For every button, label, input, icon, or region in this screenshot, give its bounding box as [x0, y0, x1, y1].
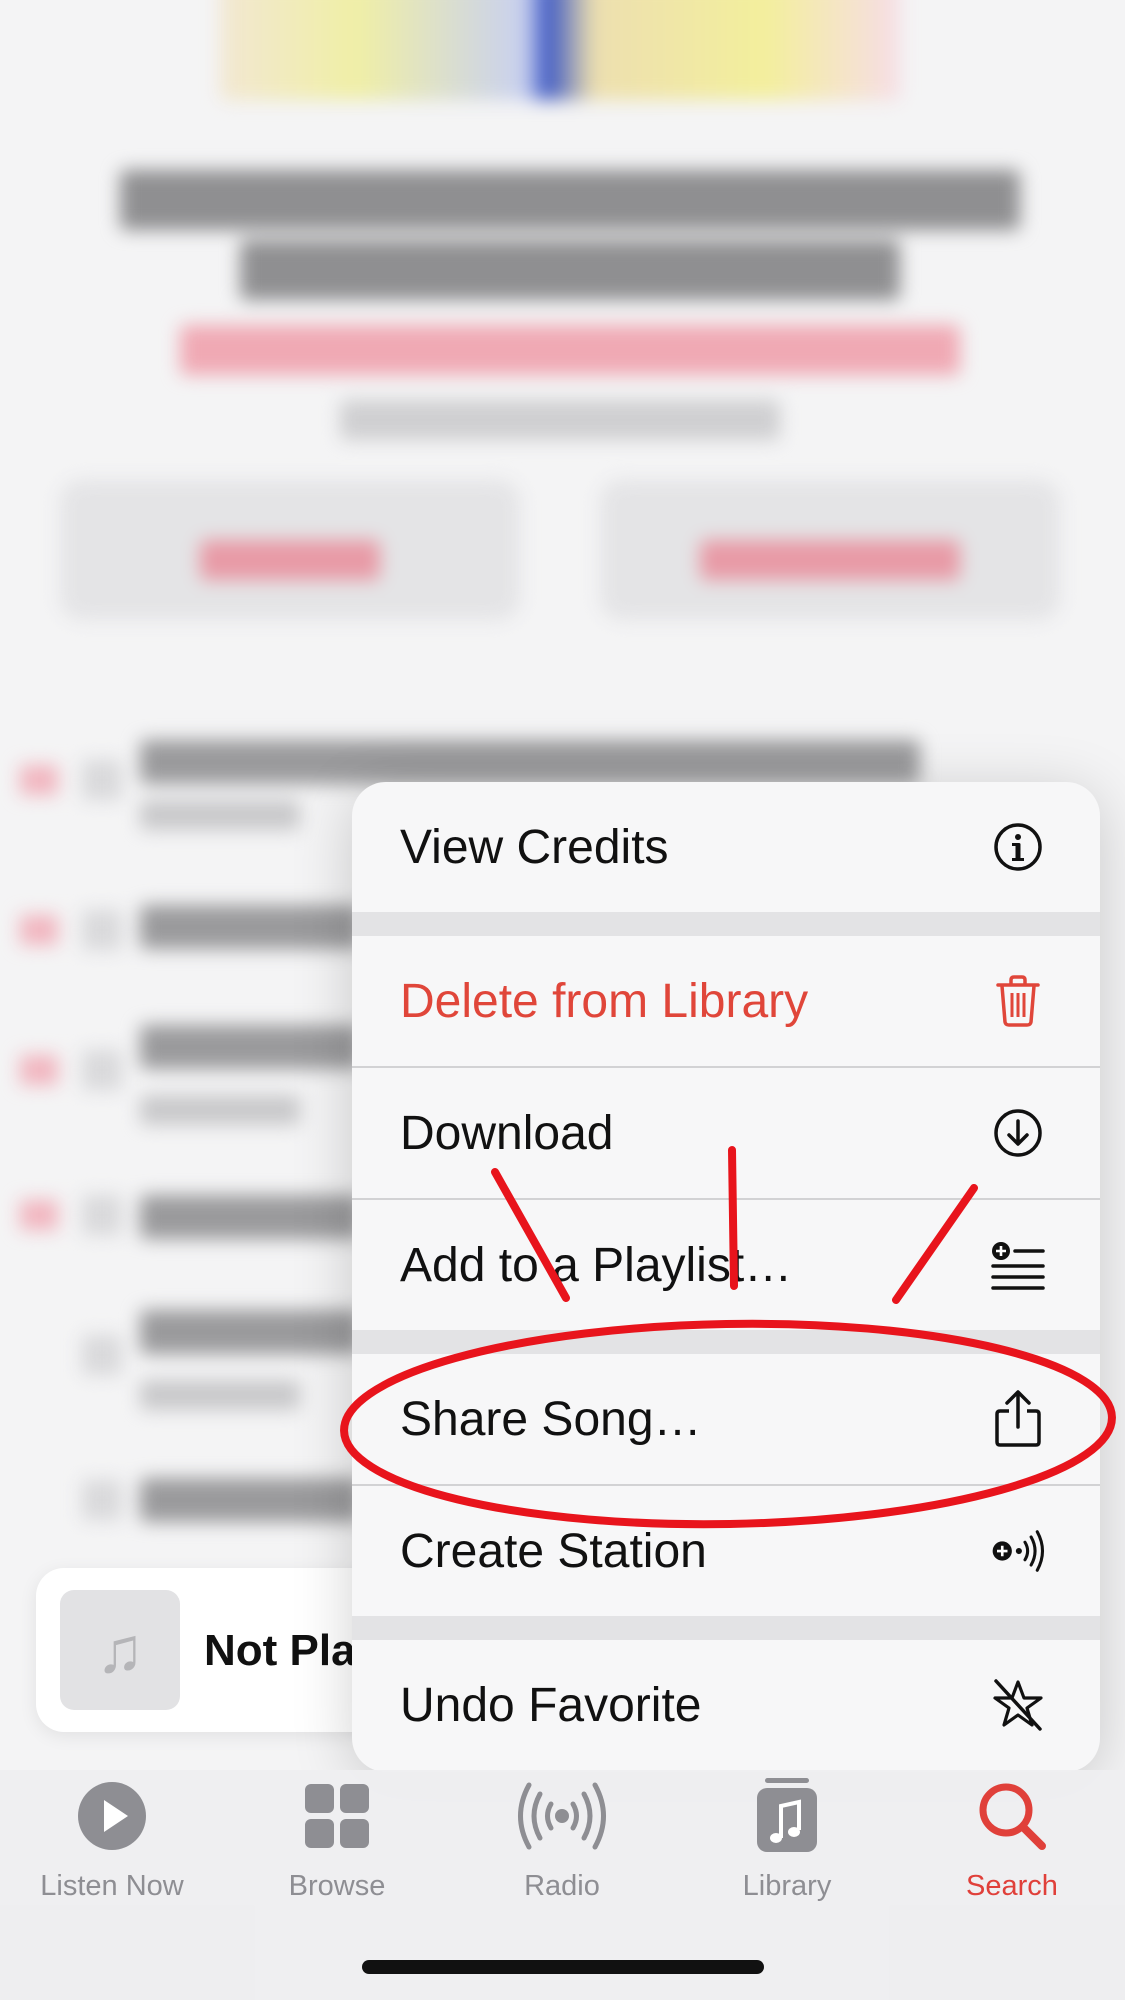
blurred-row-title: [140, 1310, 360, 1354]
menu-item-share-song[interactable]: Share Song…: [352, 1354, 1100, 1484]
share-icon: [990, 1390, 1046, 1447]
blurred-row-marker: [20, 1055, 58, 1085]
song-context-menu: View Credits Delete from Library Downloa…: [352, 782, 1100, 1772]
tab-label: Listen Now: [40, 1870, 184, 1902]
blurred-row-title: [140, 1478, 360, 1522]
blurred-row-title: [140, 740, 920, 784]
blurred-artist: [180, 325, 960, 375]
tab-browse[interactable]: Browse: [237, 1770, 437, 1903]
blurred-row-number: [82, 1480, 122, 1520]
blurred-row-number: [82, 1195, 122, 1235]
blurred-row-title: [140, 905, 360, 949]
undo-favorite-star-icon: [990, 1677, 1046, 1733]
create-station-icon: [990, 1523, 1046, 1579]
blurred-shuffle-label: [700, 540, 960, 580]
tab-label: Browse: [288, 1870, 386, 1902]
menu-item-undo-favorite[interactable]: Undo Favorite: [352, 1640, 1100, 1770]
blurred-row-marker: [20, 765, 58, 795]
blurred-row-title: [140, 1195, 360, 1239]
mini-player-title: Not Pla: [204, 1626, 356, 1675]
home-indicator[interactable]: [362, 1960, 764, 1974]
menu-item-create-station[interactable]: Create Station: [352, 1486, 1100, 1616]
download-icon: [990, 1105, 1046, 1161]
album-artwork: [220, 0, 900, 100]
blurred-row-subtitle: [140, 800, 300, 830]
tab-label: Library: [742, 1870, 832, 1902]
info-icon: [990, 819, 1046, 875]
menu-item-download[interactable]: Download: [352, 1068, 1100, 1198]
search-icon: [912, 1776, 1112, 1856]
tab-radio[interactable]: Radio: [462, 1770, 662, 1903]
grid-icon: [237, 1776, 437, 1856]
trash-icon: [990, 973, 1046, 1029]
tab-label: Search: [966, 1870, 1058, 1902]
blurred-album-title: [120, 170, 1020, 230]
add-to-playlist-icon: [990, 1237, 1046, 1293]
menu-item-delete-from-library[interactable]: Delete from Library: [352, 936, 1100, 1066]
blurred-row-number: [82, 1335, 122, 1375]
music-note-icon: ♫: [60, 1590, 180, 1710]
radio-waves-icon: [462, 1776, 662, 1856]
menu-item-view-credits[interactable]: View Credits: [352, 782, 1100, 912]
blurred-row-subtitle: [140, 1380, 300, 1410]
menu-item-label: Add to a Playlist…: [400, 1238, 793, 1292]
menu-item-label: Share Song…: [400, 1392, 702, 1446]
menu-item-label: Delete from Library: [400, 974, 809, 1028]
blurred-play-label: [200, 540, 380, 580]
blurred-row-marker: [20, 915, 58, 945]
blurred-row-subtitle: [140, 1095, 300, 1125]
blurred-row-number: [82, 1050, 122, 1090]
menu-item-label: View Credits: [400, 820, 669, 874]
blurred-row-title: [140, 1025, 360, 1069]
play-circle-icon: [12, 1776, 212, 1856]
blurred-album-title-line2: [240, 240, 900, 300]
menu-section-separator: [352, 1616, 1100, 1640]
menu-item-add-to-playlist[interactable]: Add to a Playlist…: [352, 1200, 1100, 1330]
tab-label: Radio: [524, 1870, 600, 1902]
blurred-row-number: [82, 910, 122, 950]
menu-section-separator: [352, 912, 1100, 936]
tab-library[interactable]: Library: [687, 1770, 887, 1903]
music-library-icon: [687, 1776, 887, 1856]
menu-item-label: Undo Favorite: [400, 1678, 702, 1732]
menu-item-label: Create Station: [400, 1524, 707, 1578]
blurred-meta: [340, 400, 780, 440]
blurred-row-marker: [20, 1200, 58, 1230]
menu-item-label: Download: [400, 1106, 614, 1160]
blurred-row-number: [82, 760, 122, 800]
tab-listen-now[interactable]: Listen Now: [12, 1770, 212, 1903]
tab-search[interactable]: Search: [912, 1770, 1112, 1903]
menu-section-separator: [352, 1330, 1100, 1354]
